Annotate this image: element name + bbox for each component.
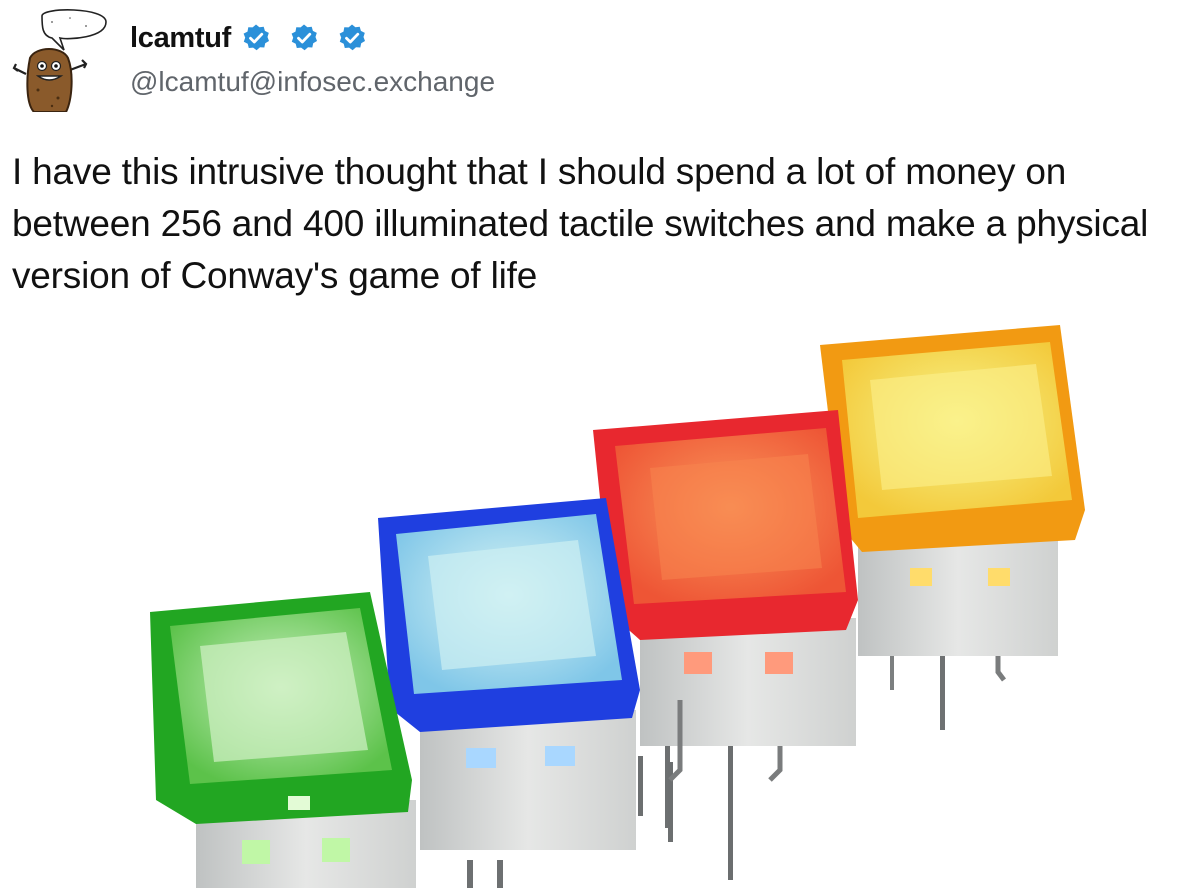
switch-orange (820, 325, 1085, 730)
post-text: I have this intrusive thought that I sho… (12, 151, 1149, 296)
verified-check-icon (291, 24, 318, 51)
author-handle[interactable]: @lcamtuf@infosec.exchange (130, 66, 495, 98)
post-image-illuminated-switches[interactable] (0, 300, 1178, 888)
post-card: lcamtuf @lcamtuf@infosec.exchange I have… (0, 0, 1178, 888)
verified-check-icon (243, 24, 270, 51)
avatar[interactable] (8, 8, 112, 112)
author-display-name[interactable]: lcamtuf (130, 22, 231, 55)
author-name-row: lcamtuf (130, 16, 385, 60)
verified-check-icon (339, 24, 366, 51)
